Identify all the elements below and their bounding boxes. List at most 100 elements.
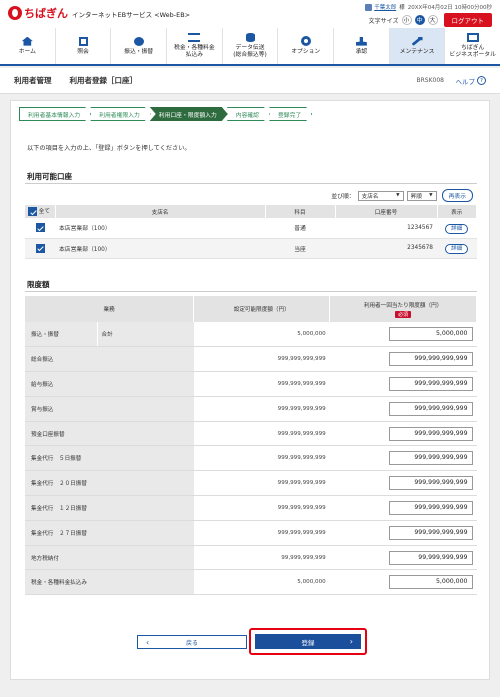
business-name-cell: 集金代行 ２０日振替 [25, 470, 194, 497]
sort-field-select[interactable]: 支店名 [357, 190, 404, 201]
max-limit-cell: 999,999,999,999 [193, 371, 330, 397]
nav-business-portal-label: ちばぎん ビジネスポータル [449, 45, 496, 58]
font-size-controls: 文字サイズ 小 中 大 ログアウト [369, 13, 492, 27]
limit-input[interactable]: 5,000,000 [388, 327, 473, 342]
back-button[interactable]: ‹ 戻る [137, 635, 247, 649]
limit-input-cell: 999,999,999,999 [329, 495, 477, 521]
step-4: 内容確認 [227, 107, 270, 121]
section-divider [25, 183, 477, 184]
sort-order-select[interactable]: 昇順 [406, 190, 437, 201]
table-row: 集金代行 ２７日振替 999,999,999,999 999,999,999,9… [25, 520, 477, 546]
limit-input[interactable]: 999,999,999,999 [388, 426, 473, 441]
table-row: 振込・振替 合計 5,000,000 5,000,000 [25, 322, 477, 348]
business-name-cell: 振込・振替 [25, 322, 97, 348]
max-limit-cell: 999,999,999,999 [193, 445, 330, 472]
page-title-bar: 利用者管理 利用者登録［口座］ BRSK008 ヘルプ ? [0, 68, 500, 94]
nav-option[interactable]: オプション [278, 28, 335, 64]
user-info: 千葉太郎 様 20XX年04月02日 10時00分00秒 [365, 3, 492, 11]
nav-transfer[interactable]: 振込・振替 [111, 28, 168, 64]
user-name-link[interactable]: 千葉太郎 [374, 3, 396, 11]
nav-tax-label: 税金・各種料金 払込み [174, 45, 215, 58]
sort-field-value: 支店名 [361, 193, 379, 200]
step-3-current: 利用口座・限度額入力 [150, 107, 228, 121]
display-header: 表示 [437, 205, 477, 218]
limit-input[interactable]: 999,999,999,999 [388, 376, 473, 391]
limit-input-cell: 999,999,999,999 [329, 396, 477, 422]
limit-input[interactable]: 999,999,999,999 [388, 500, 473, 515]
nav-tax[interactable]: 税金・各種料金 払込み [167, 28, 223, 64]
page: ちばぎん インターネットEBサービス <Web-EB> 千葉太郎 様 20XX年… [0, 0, 500, 697]
service-name: インターネットEBサービス <Web-EB> [72, 11, 191, 19]
max-limit-header: 設定可能限度額（円） [193, 296, 331, 322]
user-icon [365, 3, 373, 11]
nav-approval[interactable]: 承認 [334, 28, 390, 64]
account-checkbox[interactable] [35, 243, 45, 253]
sort-controls: 並び順： 支店名 昇順 再表示 [331, 189, 473, 202]
account-number-header: 口座番号 [335, 205, 438, 218]
limit-input[interactable]: 999,999,999,999 [388, 476, 473, 491]
max-limit-cell: 5,000,000 [193, 322, 330, 348]
limit-input[interactable]: 999,999,999,999 [388, 451, 473, 466]
user-suffix: 様 [399, 5, 405, 11]
business-name-cell: 総合振込 [25, 346, 194, 373]
type-cell: 当座 [265, 238, 335, 259]
select-all-checkbox[interactable] [28, 207, 37, 216]
select-all-label: 全て [38, 209, 50, 215]
step-2: 利用者権限入力 [90, 107, 151, 121]
table-row: 給与振込 999,999,999,999 999,999,999,999 [25, 371, 477, 397]
accounts-table: 全て 支店名 科目 口座番号 表示 本店営業部（100） 普通 1234567 … [25, 205, 477, 259]
table-row: 集金代行 ２０日振替 999,999,999,999 999,999,999,9… [25, 470, 477, 497]
logout-button[interactable]: ログアウト [443, 13, 492, 27]
business-name-cell: 集金代行 ２７日振替 [25, 520, 194, 546]
nav-approval-label: 承認 [355, 48, 368, 55]
table-row: 集金代行 １２日振替 999,999,999,999 999,999,999,9… [25, 495, 477, 521]
submit-button[interactable]: 登録 › [255, 634, 361, 649]
select-all-header[interactable]: 全て [25, 205, 56, 218]
nav-inquiry[interactable]: 照会 [56, 28, 112, 64]
nav-inquiry-label: 照会 [77, 48, 89, 55]
business-name-cell: 税金・各種料金払込み [25, 569, 194, 596]
page-category: 利用者管理 [14, 76, 52, 85]
limit-input[interactable]: 99,999,999,999 [388, 550, 473, 565]
nav-business-portal[interactable]: ちばぎん ビジネスポータル [445, 28, 500, 64]
limit-input[interactable]: 999,999,999,999 [388, 525, 473, 540]
detail-cell: 詳細 [437, 218, 477, 239]
required-badge: 必須 [395, 310, 412, 318]
help-link[interactable]: ヘルプ ? [455, 76, 486, 86]
submit-button-label: 登録 [301, 638, 315, 647]
detail-button[interactable]: 詳細 [445, 244, 469, 254]
limit-input-cell: 999,999,999,999 [329, 470, 477, 497]
font-size-medium-button[interactable]: 中 [414, 15, 425, 25]
help-icon: ? [477, 76, 486, 85]
account-checkbox[interactable] [35, 223, 45, 233]
nav-maintenance[interactable]: メンテナンス [389, 28, 446, 64]
main-nav: ホーム 照会 振込・振替 税金・各種料金 払込み データ伝送 (総合振込等) オ… [0, 28, 500, 66]
detail-button[interactable]: 詳細 [445, 223, 469, 234]
wrench-icon [411, 36, 423, 46]
table-row: 地方税納付 99,999,999,999 99,999,999,999 [25, 545, 477, 571]
max-limit-cell: 99,999,999,999 [193, 545, 330, 571]
branch-header: 支店名 [55, 205, 266, 218]
font-size-large-button[interactable]: 大 [427, 15, 438, 25]
limit-input[interactable]: 999,999,999,999 [388, 401, 473, 416]
table-row: 賞与振込 999,999,999,999 999,999,999,999 [25, 396, 477, 422]
limit-input-cell: 5,000,000 [329, 569, 477, 596]
data-transfer-icon [245, 33, 255, 43]
font-size-small-button[interactable]: 小 [401, 15, 412, 25]
business-name-cell: 給与振込 [25, 371, 194, 397]
limit-input[interactable]: 5,000,000 [388, 575, 473, 590]
document-icon [78, 36, 88, 46]
back-button-label: 戻る [185, 639, 198, 647]
nav-maintenance-label: メンテナンス [399, 48, 435, 55]
resort-button[interactable]: 再表示 [441, 189, 473, 202]
help-label: ヘルプ [455, 77, 476, 86]
nav-data-transfer[interactable]: データ伝送 (総合振込等) [223, 28, 279, 64]
last-login: 20XX年04月02日 10時00分00秒 [407, 5, 492, 11]
step-1: 利用者基本情報入力 [19, 107, 91, 121]
limit-input-cell: 999,999,999,999 [329, 421, 477, 447]
limit-input[interactable]: 999,999,999,999 [388, 352, 473, 367]
header: ちばぎん インターネットEBサービス <Web-EB> 千葉太郎 様 20XX年… [0, 0, 500, 28]
table-row: 預金口座振替 999,999,999,999 999,999,999,999 [25, 421, 477, 447]
business-name-cell: 集金代行 １２日振替 [25, 495, 194, 521]
nav-home[interactable]: ホーム [0, 28, 56, 64]
